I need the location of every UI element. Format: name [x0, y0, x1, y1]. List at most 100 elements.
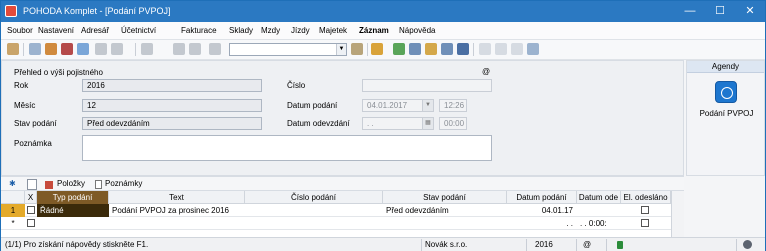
calendar-icon[interactable]: ▦	[422, 118, 433, 129]
copy-icon[interactable]	[77, 43, 89, 55]
col-cislo-podani[interactable]: Číslo podání	[245, 191, 383, 204]
at-icon: @	[482, 67, 491, 76]
menu-fakturace[interactable]: Fakturace	[181, 26, 217, 35]
stav-field[interactable]: Před odevzdáním	[82, 117, 262, 130]
col-datum-odevzdani[interactable]: Datum ode	[577, 191, 621, 204]
window-icon[interactable]	[479, 43, 491, 55]
layout-icon[interactable]	[495, 43, 507, 55]
datum-od-cell[interactable]: . . 0:00:	[577, 217, 621, 230]
tab-poznamky[interactable]: Poznámky	[105, 179, 142, 190]
menu-napoveda[interactable]: Nápověda	[399, 26, 435, 35]
mesic-field[interactable]: 12	[82, 99, 262, 112]
pvpoj-agenda-icon[interactable]	[715, 81, 737, 103]
el-odeslano-checkbox[interactable]	[641, 219, 649, 227]
status-year: 2016	[535, 240, 553, 249]
menu-jizdy[interactable]: Jízdy	[291, 26, 310, 35]
menu-majetek[interactable]: Majetek	[319, 26, 347, 35]
star-icon[interactable]: ✱	[9, 179, 16, 190]
save-icon[interactable]	[173, 43, 185, 55]
barcode-icon[interactable]	[457, 43, 469, 55]
calendar-icon[interactable]	[409, 43, 421, 55]
stav-label: Stav podání	[14, 119, 57, 128]
filter-icon[interactable]	[351, 43, 363, 55]
datum-podani-value: 04.01.2017	[367, 101, 408, 110]
poznamka-field[interactable]	[82, 135, 492, 161]
new-record-icon[interactable]	[29, 43, 41, 55]
col-el-odeslano[interactable]: El. odesláno	[621, 191, 671, 204]
edit-icon[interactable]	[45, 43, 57, 55]
cas-odevzdani-field[interactable]: 00:00	[439, 117, 467, 130]
text-cell[interactable]: Podání PVPOJ za prosinec 2016	[109, 204, 245, 217]
col-text[interactable]: Text	[109, 191, 245, 204]
cislo-cell[interactable]	[245, 204, 383, 217]
polozky-icon	[45, 181, 53, 189]
calculator-icon[interactable]	[425, 43, 437, 55]
status-info-icon[interactable]	[743, 240, 752, 249]
panel-icon[interactable]	[511, 43, 523, 55]
toolbar-separator	[135, 43, 136, 56]
menu-nastaveni[interactable]: Nastavení	[38, 26, 74, 35]
record-form: Přehled o výši pojistného @ Rok 2016 Měs…	[1, 60, 684, 176]
status-at-icon: @	[583, 240, 592, 249]
typ-podani-cell[interactable]	[37, 217, 109, 230]
application-window: POHODA Komplet - [Podání PVPOJ] — ☐ ✕ So…	[0, 0, 766, 251]
tools-dropdown-icon[interactable]	[527, 43, 539, 55]
row-checkbox[interactable]	[27, 206, 35, 214]
tab-polozky[interactable]: Položky	[57, 179, 85, 190]
table-row[interactable]: 1 Řádné Podání PVPOJ za prosinec 2016 Př…	[1, 204, 684, 217]
folder-dropdown-icon[interactable]	[371, 43, 383, 55]
menu-adresar[interactable]: Adresář	[81, 26, 109, 35]
agenda-item-label[interactable]: Podání PVPOJ	[687, 109, 766, 118]
maximize-button[interactable]: ☐	[705, 1, 735, 22]
cislo-cell[interactable]	[245, 217, 383, 230]
datum-odevzdani-field[interactable]: . . ▦	[362, 117, 434, 130]
typ-podani-cell[interactable]: Řádné	[37, 204, 109, 217]
print-dropdown-icon[interactable]	[111, 43, 123, 55]
filter-combo[interactable]: ▼	[229, 43, 347, 56]
grid-scrollbar[interactable]	[671, 191, 684, 237]
menu-mzdy[interactable]: Mzdy	[261, 26, 280, 35]
items-grid: X Typ podání Text Číslo podání Stav podá…	[1, 191, 684, 237]
menu-soubor[interactable]: Soubor	[7, 26, 33, 35]
section-title: Přehled o výši pojistného	[14, 68, 103, 77]
chevron-down-icon[interactable]: ▼	[336, 44, 346, 55]
delete-icon[interactable]	[61, 43, 73, 55]
col-stav-podani[interactable]: Stav podání	[383, 191, 507, 204]
menu-zaznam[interactable]: Záznam	[359, 26, 389, 35]
cancel-icon[interactable]	[189, 43, 201, 55]
refresh-icon[interactable]	[393, 43, 405, 55]
mesic-label: Měsíc	[14, 101, 36, 110]
filter-icon[interactable]	[27, 179, 37, 190]
menu-sklady[interactable]: Sklady	[229, 26, 253, 35]
stav-cell[interactable]	[383, 217, 507, 230]
datum-podani-field[interactable]: 04.01.2017 ▼	[362, 99, 434, 112]
toolbar-separator	[23, 43, 24, 56]
cas-podani-field[interactable]: 12:26	[439, 99, 467, 112]
col-datum-podani[interactable]: Datum podání	[507, 191, 577, 204]
report-icon[interactable]	[441, 43, 453, 55]
attach-icon[interactable]	[209, 43, 221, 55]
chevron-down-icon[interactable]: ▼	[422, 100, 433, 111]
toolbar: ▼	[1, 40, 765, 60]
minimize-button[interactable]: —	[675, 1, 705, 22]
row-checkbox[interactable]	[27, 219, 35, 227]
status-bar: (1/1) Pro získání nápovědy stiskněte F1.…	[1, 237, 765, 251]
datum-od-cell[interactable]	[577, 204, 621, 217]
stav-cell[interactable]: Před odevzdáním	[383, 204, 507, 217]
datum-odevzdani-value: . .	[367, 119, 374, 128]
app-logo-icon	[5, 5, 17, 17]
open-icon[interactable]	[7, 43, 19, 55]
col-typ-podani[interactable]: Typ podání	[37, 191, 109, 204]
rok-field[interactable]: 2016	[82, 79, 262, 92]
col-x[interactable]: X	[25, 191, 37, 204]
datum-cell[interactable]: 04.01.17	[507, 204, 577, 217]
print-icon[interactable]	[95, 43, 107, 55]
datum-cell[interactable]: . .	[507, 217, 577, 230]
text-cell[interactable]	[109, 217, 245, 230]
table-row[interactable]: * . . . . 0:00:	[1, 217, 684, 230]
back-icon[interactable]	[141, 43, 153, 55]
close-button[interactable]: ✕	[735, 1, 765, 22]
cislo-field[interactable]	[362, 79, 492, 92]
menu-ucetnictvi[interactable]: Účetnictví	[121, 26, 156, 35]
el-odeslano-checkbox[interactable]	[641, 206, 649, 214]
